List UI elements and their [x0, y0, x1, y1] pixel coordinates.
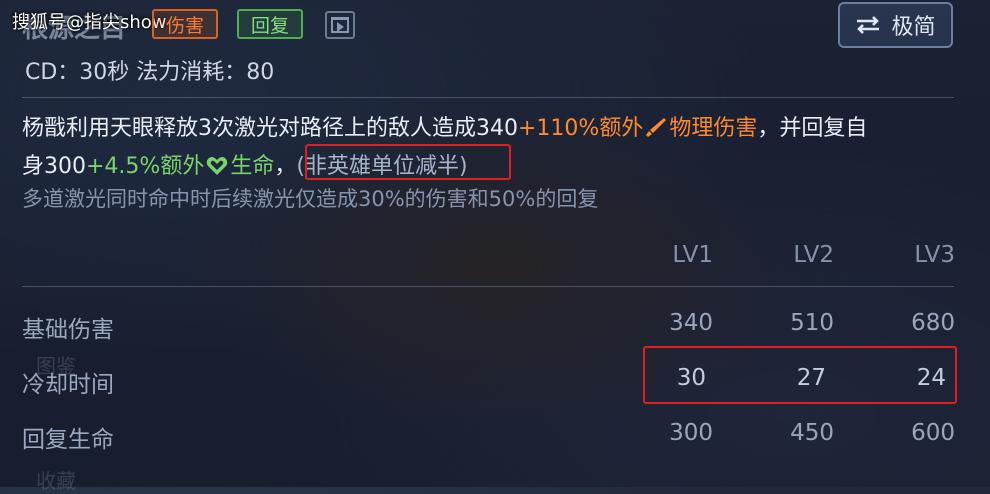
highlight-box — [305, 144, 511, 180]
desc-text: ，并回复自 — [757, 116, 868, 141]
sword-icon — [645, 114, 667, 149]
level-header: LV3 — [914, 242, 955, 268]
divider — [22, 286, 954, 287]
table-cell: 510 — [790, 310, 834, 336]
desc-bonus-damage: +110%额外 — [518, 116, 644, 141]
level-header: LV1 — [672, 242, 713, 268]
desc-text: 杨戬利用天眼释放3次激光对路径上的敌人造成340 — [22, 116, 518, 141]
table-cell: 450 — [790, 420, 834, 446]
ghost-side-label: 收藏 — [36, 469, 76, 493]
table-cell: 600 — [911, 420, 955, 446]
row-label: 冷却时间 — [22, 372, 114, 398]
table-cell: 680 — [911, 310, 955, 336]
row-label: 回复生命 — [22, 427, 114, 453]
desc-physical-damage: 物理伤害 — [669, 116, 758, 141]
level-header: LV2 — [793, 242, 834, 268]
heart-icon — [206, 152, 228, 187]
table-cell: 300 — [669, 420, 713, 446]
desc-hp: 生命 — [230, 154, 275, 179]
damage-tag: 伤害 — [152, 9, 219, 39]
play-icon — [337, 22, 344, 32]
watermark: 搜狐号@指尖show — [12, 12, 167, 33]
row-label: 基础伤害 — [22, 317, 114, 343]
divider — [22, 97, 954, 98]
desc-text: 身300 — [22, 154, 86, 179]
swap-arrows-icon — [855, 15, 881, 35]
simple-mode-label: 极简 — [891, 15, 936, 40]
table-cell: 340 — [669, 310, 713, 336]
simple-mode-button[interactable]: 极简 — [838, 2, 953, 48]
desc-bonus-heal: +4.5%额外 — [86, 154, 205, 179]
highlight-box — [643, 346, 957, 404]
desc-text: ， — [274, 154, 297, 179]
skill-subnote: 多道激光同时命中时后续激光仅造成30%的伤害和50%的回复 — [22, 187, 599, 211]
heal-tag: 回复 — [237, 9, 304, 39]
video-preview-button[interactable] — [325, 11, 355, 39]
cooldown-cost-line: CD：30秒 法力消耗：80 — [25, 60, 275, 85]
